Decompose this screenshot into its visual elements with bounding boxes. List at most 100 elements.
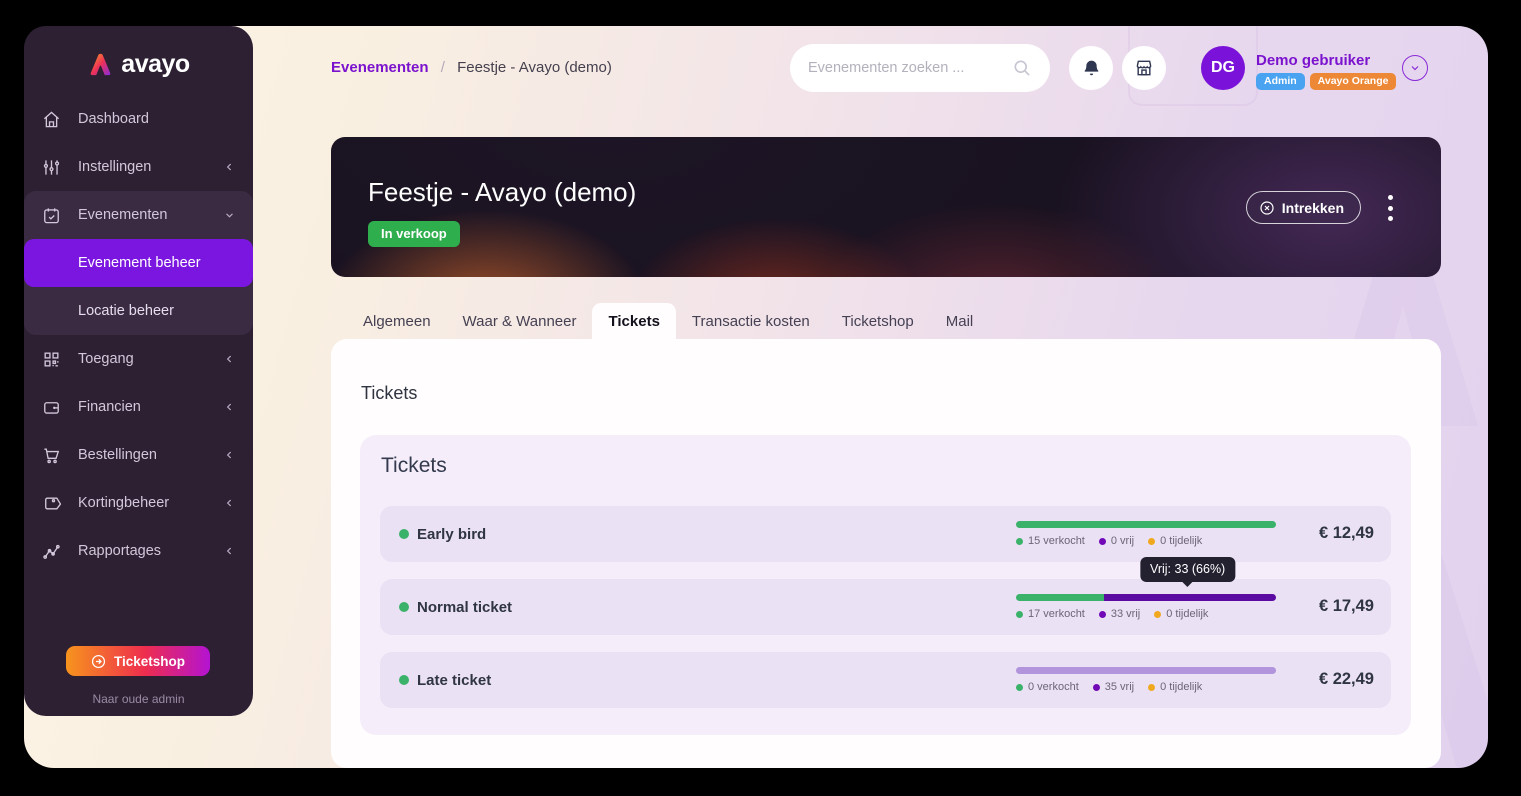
chart-icon [42,542,61,561]
bar-segment-free_purple_bar_dark [1104,594,1276,601]
breadcrumb: Evenementen / Feestje - Avayo (demo) [331,59,612,76]
user-badges: Admin Avayo Orange [1256,73,1397,90]
breadcrumb-parent[interactable]: Evenementen [331,59,429,76]
ticket-availability: 0 verkocht 35 vrij 0 tijdelijk [1016,667,1276,693]
sidebar-subitem-evenement-beheer[interactable]: Evenement beheer [24,239,253,287]
brand-logo: avayo [24,26,253,79]
ticketshop-button-label: Ticketshop [113,653,186,669]
qr-icon [42,350,61,369]
legend-item: 0 verkocht [1016,681,1079,693]
sidebar-item-evenementen[interactable]: Evenementen [24,191,253,239]
ticket-row-late-ticket[interactable]: Late ticket 0 verkocht 35 vrij 0 tijdelijk €… [380,652,1391,708]
availability-bar[interactable] [1016,667,1276,674]
bell-icon [1084,60,1098,75]
ticket-status-dot [399,602,409,612]
ticket-row-normal-ticket[interactable]: Normal ticket 17 verkocht 33 vrij 0 tijdeli… [380,557,1391,635]
notifications-button[interactable] [1069,46,1113,90]
withdraw-button-label: Intrekken [1281,199,1344,216]
legend-dot [1148,683,1156,691]
sidebar-item-label: Evenementen [78,207,168,223]
chevron-down-icon [224,210,235,221]
legend-item: 0 tijdelijk [1154,608,1208,620]
event-tabs: Algemeen Waar & Wanneer Tickets Transactie … [347,303,989,339]
more-options-button[interactable] [1381,195,1399,221]
sidebar-item-dashboard[interactable]: Dashboard [24,95,253,143]
old-admin-link[interactable]: Naar oude admin [24,692,253,706]
legend-dot [1098,537,1106,545]
ticket-availability: 17 verkocht 33 vrij 0 tijdelijk Vrij: 33 (6… [1016,557,1276,620]
event-status-badge: In verkoop [368,221,460,247]
legend-label: 15 verkocht [1028,535,1085,547]
sidebar-item-label: Financien [78,399,141,415]
tab-mail[interactable]: Mail [930,303,990,339]
availability-tooltip: Vrij: 33 (66%) [1139,557,1236,582]
legend-label: 0 tijdelijk [1160,681,1203,693]
x-circle-icon [1260,200,1274,215]
legend-dot [1016,537,1023,545]
user-badge-admin: Admin [1256,73,1305,90]
storefront-icon [1136,60,1152,76]
sidebar-item-bestellingen[interactable]: Bestellingen [24,431,253,479]
sidebar-item-label: Dashboard [78,111,149,127]
ticket-name: Late ticket [417,672,492,689]
legend-label: 17 verkocht [1028,608,1085,620]
bar-segment-free_purple_bar_light [1016,667,1276,674]
ticket-price: € 12,49 [1318,524,1374,542]
sidebar-item-instellingen[interactable]: Instellingen [24,143,253,191]
search-icon [1014,60,1030,76]
legend-label: 35 vrij [1104,681,1135,693]
legend-label: 0 tijdelijk [1160,535,1203,547]
breadcrumb-separator: / [440,59,445,76]
brand-name: avayo [121,50,190,78]
calendar-icon [42,206,61,225]
chevron-left-icon [224,354,235,365]
user-avatar[interactable]: DG [1201,46,1245,90]
sidebar-item-kortingbeheer[interactable]: Kortingbeheer [24,479,253,527]
sidebar-item-rapportages[interactable]: Rapportages [24,527,253,575]
arrow-right-circle-icon [91,654,106,668]
availability-legend: 15 verkocht 0 vrij 0 tijdelijk [1016,535,1276,547]
ticket-name: Normal ticket [417,599,513,616]
tickets-card: Tickets Early bird 15 verkocht 0 vrij 0 tij… [360,435,1411,735]
section-title: Tickets [361,383,418,403]
sidebar-subitem-locatie-beheer[interactable]: Locatie beheer [24,287,253,335]
shop-button[interactable] [1122,46,1166,90]
event-title: Feestje - Avayo (demo) [368,177,637,207]
avatar-initials: DG [1211,59,1235,76]
ticketshop-button[interactable]: Ticketshop [66,646,210,676]
sidebar-nav: Dashboard Instellingen Evenementen Evenemen… [24,95,253,575]
cart-icon [42,446,61,465]
tickets-card-title: Tickets [381,454,447,477]
legend-label: 0 tijdelijk [1166,608,1209,620]
chevron-left-icon [224,546,235,557]
ticket-price: € 22,49 [1318,670,1374,688]
tab-algemeen[interactable]: Algemeen [347,303,447,339]
availability-bar[interactable] [1016,521,1276,528]
wallet-icon [42,398,61,417]
availability-bar[interactable] [1016,594,1276,601]
ticket-price: € 17,49 [1318,597,1374,615]
tab-content-card: Tickets Tickets Early bird 15 verkocht 0 v… [331,339,1441,768]
availability-legend: 17 verkocht 33 vrij 0 tijdelijk [1016,608,1276,620]
tab-tickets[interactable]: Tickets [592,303,676,339]
ticket-row-early-bird[interactable]: Early bird 15 verkocht 0 vrij 0 tijdelijk € … [380,506,1391,562]
tab-waar-wanneer[interactable]: Waar & Wanneer [447,303,593,339]
user-menu-button[interactable] [1402,55,1428,81]
sidebar-item-financien[interactable]: Financien [24,383,253,431]
legend-item: 0 vrij [1098,535,1135,547]
search-input[interactable] [808,60,1012,76]
search-box [790,44,1050,92]
tab-ticketshop[interactable]: Ticketshop [826,303,930,339]
chevron-left-icon [224,162,235,173]
sidebar-item-label: Kortingbeheer [78,495,170,511]
user-name: Demo gebruiker [1256,52,1371,69]
chevron-left-icon [224,498,235,509]
sliders-icon [42,158,61,177]
legend-label: 0 verkocht [1028,681,1079,693]
legend-label: 0 vrij [1110,535,1135,547]
tab-transactie-kosten[interactable]: Transactie kosten [676,303,826,339]
chevron-down-icon [1411,66,1419,71]
withdraw-button[interactable]: Intrekken [1245,191,1361,224]
sidebar-item-toegang[interactable]: Toegang [24,335,253,383]
legend-item: 33 vrij [1098,608,1140,620]
